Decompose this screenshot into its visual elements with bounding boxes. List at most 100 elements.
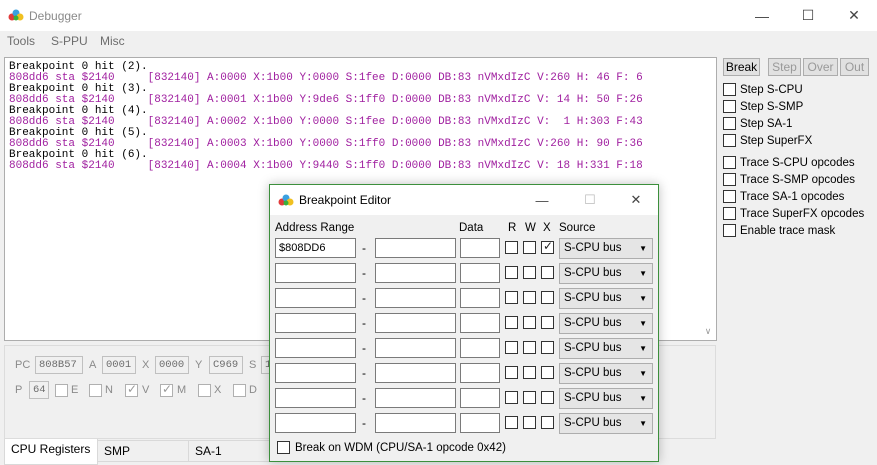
read-checkbox[interactable] — [505, 241, 518, 254]
menu-s-ppu[interactable]: S-PPU — [51, 34, 88, 48]
execute-checkbox[interactable] — [541, 366, 554, 379]
break-on-wdm-option[interactable]: Break on WDM (CPU/SA-1 opcode 0x42) — [277, 441, 506, 454]
execute-checkbox[interactable] — [541, 341, 554, 354]
data-input[interactable] — [460, 413, 500, 433]
flag-n-checkbox[interactable] — [89, 384, 102, 397]
data-input[interactable] — [460, 263, 500, 283]
source-select[interactable]: S-CPU bus ▼ — [559, 263, 653, 284]
execute-checkbox[interactable] — [541, 391, 554, 404]
step-s-cpu-option[interactable]: Step S-CPU — [723, 82, 803, 97]
source-select[interactable]: S-CPU bus ▼ — [559, 388, 653, 409]
trace-superfx-checkbox[interactable] — [723, 207, 736, 220]
address-start-input[interactable] — [275, 388, 356, 408]
flag-m-checkbox[interactable] — [160, 382, 173, 397]
tab-smp-registers[interactable]: SMP Registers — [97, 440, 189, 465]
trace-superfx-option[interactable]: Trace SuperFX opcodes — [723, 206, 864, 221]
close-button[interactable]: ✕ — [831, 0, 877, 31]
execute-checkbox[interactable] — [541, 239, 554, 254]
address-end-input[interactable] — [375, 413, 456, 433]
y-field[interactable]: C969 — [209, 356, 243, 374]
address-end-input[interactable] — [375, 288, 456, 308]
menu-misc[interactable]: Misc — [100, 34, 125, 48]
pc-field[interactable]: 808B57 — [35, 356, 83, 374]
address-end-input[interactable] — [375, 363, 456, 383]
address-end-input[interactable] — [375, 388, 456, 408]
scroll-down-icon[interactable]: ∨ — [700, 326, 716, 340]
address-start-input[interactable] — [275, 313, 356, 333]
address-start-input[interactable] — [275, 338, 356, 358]
enable-trace-mask-option[interactable]: Enable trace mask — [723, 223, 835, 238]
data-input[interactable] — [460, 388, 500, 408]
step-button[interactable]: Step — [768, 58, 801, 76]
dialog-maximize-button[interactable]: ☐ — [567, 185, 613, 215]
address-end-input[interactable] — [375, 313, 456, 333]
enable-trace-mask-checkbox[interactable] — [723, 224, 736, 237]
write-checkbox[interactable] — [523, 266, 536, 279]
address-end-input[interactable] — [375, 263, 456, 283]
write-checkbox[interactable] — [523, 291, 536, 304]
flag-v-checkbox[interactable] — [125, 382, 138, 397]
write-checkbox[interactable] — [523, 391, 536, 404]
source-select[interactable]: S-CPU bus ▼ — [559, 238, 653, 259]
step-s-smp-option[interactable]: Step S-SMP — [723, 99, 803, 114]
source-select[interactable]: S-CPU bus ▼ — [559, 363, 653, 384]
address-start-input[interactable] — [275, 363, 356, 383]
trace-sa-1-option[interactable]: Trace SA-1 opcodes — [723, 189, 844, 204]
read-checkbox[interactable] — [505, 291, 518, 304]
write-checkbox[interactable] — [523, 416, 536, 429]
p-field[interactable]: 64 — [29, 381, 49, 399]
address-start-input[interactable] — [275, 288, 356, 308]
address-start-input[interactable]: $808DD6 — [275, 238, 356, 258]
address-start-input[interactable] — [275, 413, 356, 433]
source-select[interactable]: S-CPU bus ▼ — [559, 313, 653, 334]
address-start-input[interactable] — [275, 263, 356, 283]
dialog-close-button[interactable]: ✕ — [613, 185, 659, 215]
maximize-button[interactable]: ☐ — [785, 0, 831, 31]
source-select[interactable]: S-CPU bus ▼ — [559, 288, 653, 309]
step-sa-1-checkbox[interactable] — [723, 117, 736, 130]
trace-s-smp-option[interactable]: Trace S-SMP opcodes — [723, 172, 855, 187]
break-on-wdm-checkbox[interactable] — [277, 441, 290, 454]
data-input[interactable] — [460, 313, 500, 333]
data-input[interactable] — [460, 363, 500, 383]
trace-s-cpu-checkbox[interactable] — [723, 156, 736, 169]
trace-s-cpu-option[interactable]: Trace S-CPU opcodes — [723, 155, 855, 170]
source-select[interactable]: S-CPU bus ▼ — [559, 338, 653, 359]
data-input[interactable] — [460, 338, 500, 358]
break-button[interactable]: Break — [723, 58, 760, 76]
read-checkbox[interactable] — [505, 416, 518, 429]
execute-checkbox[interactable] — [541, 316, 554, 329]
menu-tools[interactable]: Tools — [7, 34, 35, 48]
address-end-input[interactable] — [375, 338, 456, 358]
write-checkbox[interactable] — [523, 341, 536, 354]
dialog-minimize-button[interactable]: — — [519, 185, 565, 215]
flag-x-checkbox[interactable] — [198, 384, 211, 397]
read-checkbox[interactable] — [505, 316, 518, 329]
flag-e-checkbox[interactable] — [55, 384, 68, 397]
trace-sa-1-checkbox[interactable] — [723, 190, 736, 203]
read-checkbox[interactable] — [505, 391, 518, 404]
step-sa-1-option[interactable]: Step SA-1 — [723, 116, 792, 131]
read-checkbox[interactable] — [505, 266, 518, 279]
trace-s-smp-checkbox[interactable] — [723, 173, 736, 186]
data-input[interactable] — [460, 238, 500, 258]
minimize-button[interactable]: — — [739, 0, 785, 31]
step-s-smp-checkbox[interactable] — [723, 100, 736, 113]
execute-checkbox[interactable] — [541, 291, 554, 304]
data-input[interactable] — [460, 288, 500, 308]
step-s-cpu-checkbox[interactable] — [723, 83, 736, 96]
step-superfx-option[interactable]: Step SuperFX — [723, 133, 812, 148]
write-checkbox[interactable] — [523, 316, 536, 329]
step-over-button[interactable]: Over — [803, 58, 838, 76]
tab-sa-1-registers[interactable]: SA-1 Registers — [188, 440, 273, 465]
step-out-button[interactable]: Out — [840, 58, 869, 76]
step-superfx-checkbox[interactable] — [723, 134, 736, 147]
read-checkbox[interactable] — [505, 366, 518, 379]
source-select[interactable]: S-CPU bus ▼ — [559, 413, 653, 434]
execute-checkbox[interactable] — [541, 416, 554, 429]
flag-d-checkbox[interactable] — [233, 384, 246, 397]
tab-cpu-registers[interactable]: CPU Registers — [4, 439, 98, 465]
x-field[interactable]: 0000 — [155, 356, 189, 374]
write-checkbox[interactable] — [523, 241, 536, 254]
read-checkbox[interactable] — [505, 341, 518, 354]
